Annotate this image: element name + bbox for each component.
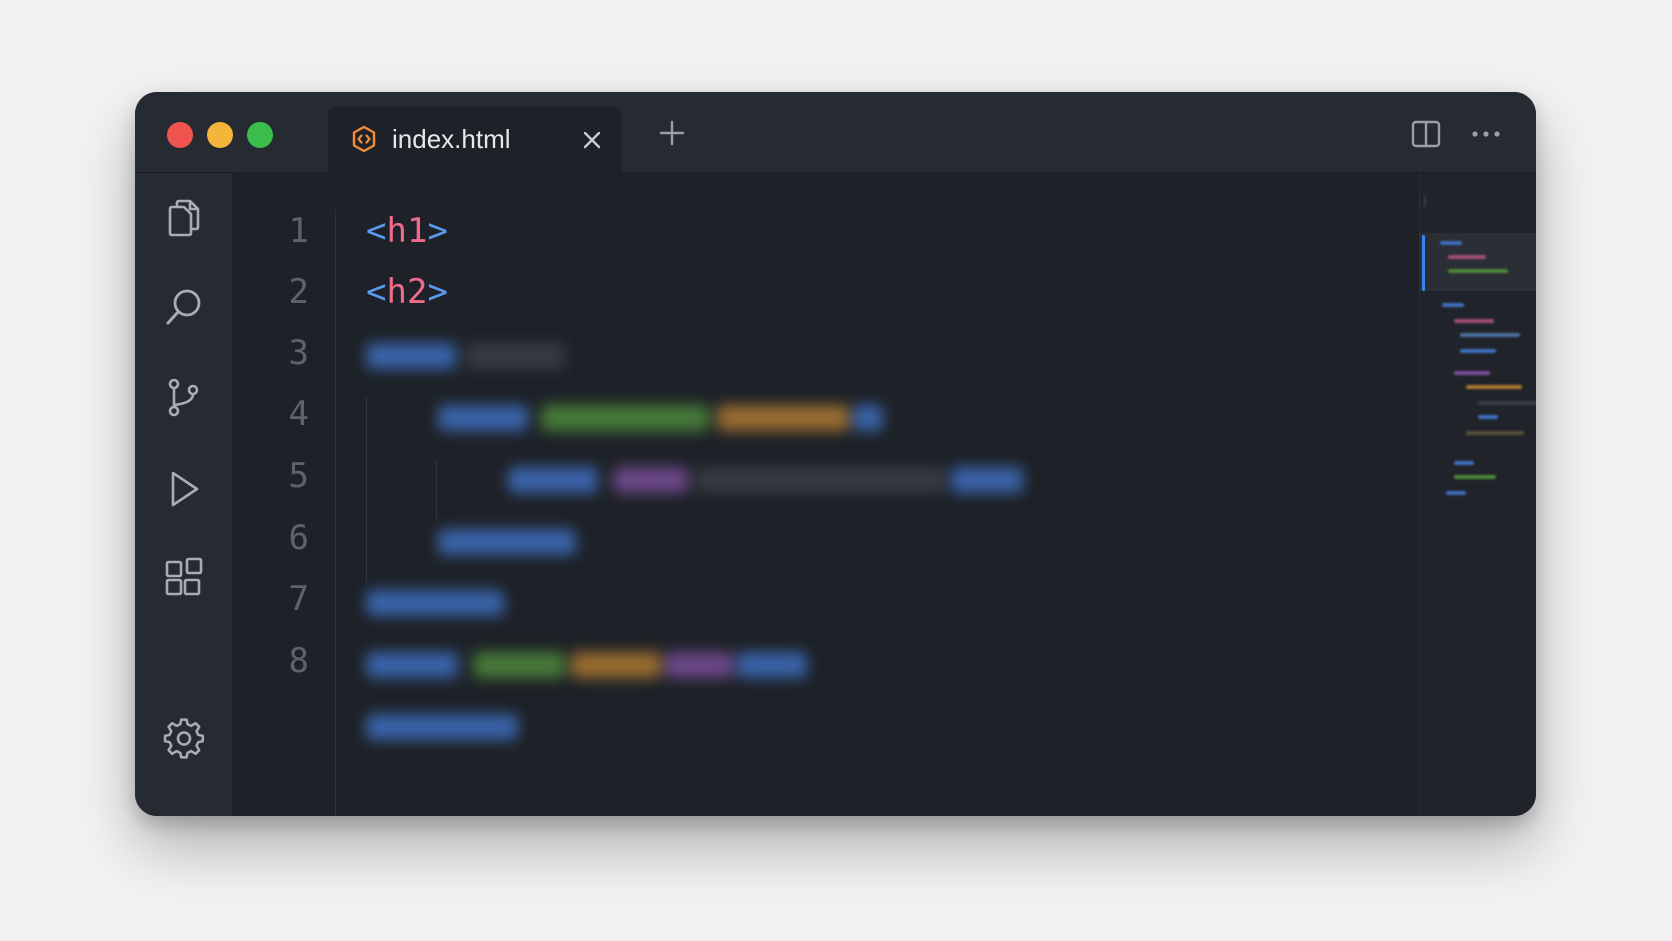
gutter-divider <box>335 209 336 816</box>
activity-bar <box>135 173 233 816</box>
line-number: 3 <box>288 333 309 373</box>
bracket: > <box>427 272 448 312</box>
bracket: < <box>366 211 387 251</box>
line-number: 2 <box>288 272 309 312</box>
minimap-scroll-indicator <box>1422 235 1425 291</box>
blurred-token <box>366 714 518 740</box>
tab-label: index.html <box>392 124 511 154</box>
extensions-icon[interactable] <box>163 556 205 598</box>
search-icon[interactable] <box>163 286 205 328</box>
tab-index-html[interactable]: index.html <box>328 106 622 174</box>
bracket: > <box>427 211 448 251</box>
blurred-token <box>508 467 598 493</box>
blurred-token <box>438 405 528 431</box>
blurred-token <box>951 467 1023 493</box>
minimap-line <box>1446 491 1466 495</box>
line-number: 7 <box>288 579 309 619</box>
code-editor[interactable]: 1 2 3 4 5 6 7 8 <h1> <h2> <box>233 173 1419 816</box>
indent-guide <box>366 397 367 583</box>
gear-icon[interactable] <box>163 718 205 760</box>
blurred-token <box>695 467 945 493</box>
blurred-token <box>737 652 807 678</box>
blurred-token <box>366 590 504 616</box>
minimap-line <box>1448 255 1486 259</box>
line-number: 5 <box>288 456 309 496</box>
minimap-line <box>1454 371 1490 375</box>
source-control-icon[interactable] <box>163 376 205 418</box>
minimap-line <box>1454 461 1474 465</box>
line-number: 4 <box>288 394 309 434</box>
indent-guide <box>436 459 437 521</box>
bracket: < <box>366 272 387 312</box>
blurred-token <box>665 652 733 678</box>
minimap[interactable] <box>1419 173 1536 816</box>
blurred-token <box>465 343 565 369</box>
blurred-token <box>613 467 688 493</box>
minimap-line <box>1442 303 1464 307</box>
line-number: 8 <box>288 641 309 681</box>
line-number: 6 <box>288 518 309 558</box>
minimap-line <box>1478 401 1536 405</box>
minimap-line <box>1454 319 1494 323</box>
run-icon[interactable] <box>163 468 205 510</box>
editor-window: index.html 1 2 3 4 5 6 7 8 <h1> <h2> <box>135 92 1536 816</box>
blurred-token <box>853 405 883 431</box>
minimap-line <box>1440 241 1462 245</box>
minimap-line <box>1460 333 1520 337</box>
minimap-line <box>1466 431 1524 435</box>
zoom-window-button[interactable] <box>247 122 273 148</box>
plus-icon[interactable] <box>657 118 687 148</box>
minimap-line <box>1424 195 1426 207</box>
split-editor-icon[interactable] <box>1410 118 1442 150</box>
blurred-token <box>366 343 456 369</box>
files-icon[interactable] <box>163 197 205 239</box>
blurred-token <box>366 652 458 678</box>
blurred-token <box>541 405 709 431</box>
minimize-window-button[interactable] <box>207 122 233 148</box>
minimap-line <box>1478 415 1498 419</box>
blurred-token <box>438 529 576 555</box>
minimap-line <box>1466 385 1522 389</box>
code-line: <h1> <box>366 211 448 251</box>
line-number: 1 <box>288 211 309 251</box>
tag-name: h1 <box>386 211 428 251</box>
title-bar: index.html <box>135 92 1536 174</box>
blurred-token <box>473 652 565 678</box>
html-file-icon <box>352 125 376 153</box>
minimap-line <box>1454 475 1496 479</box>
close-tab-icon[interactable] <box>580 128 604 152</box>
minimap-line <box>1448 269 1508 273</box>
tag-name: h2 <box>386 272 428 312</box>
blurred-token <box>571 652 661 678</box>
minimap-viewport[interactable] <box>1420 233 1536 291</box>
close-window-button[interactable] <box>167 122 193 148</box>
ellipsis-icon[interactable] <box>1470 120 1502 148</box>
code-line: <h2> <box>366 272 448 312</box>
blurred-token <box>717 405 849 431</box>
minimap-line <box>1460 349 1496 353</box>
